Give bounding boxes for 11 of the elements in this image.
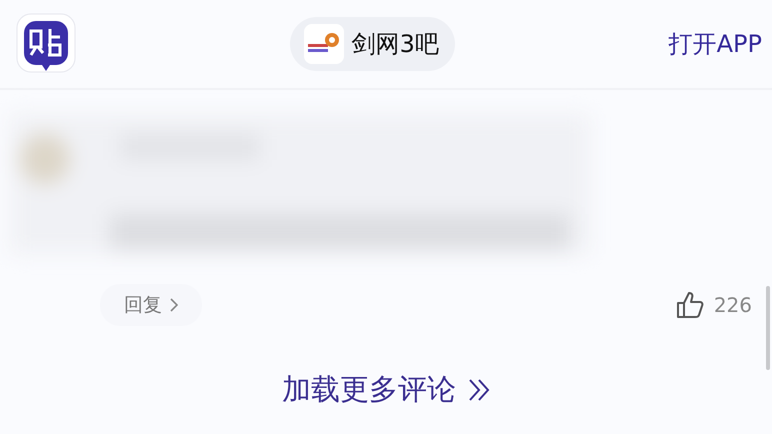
open-app-link[interactable]: 打开APP (668, 28, 762, 60)
forum-badge[interactable]: 剑网3吧 (290, 17, 455, 71)
chevron-icon (170, 298, 178, 312)
load-more-button[interactable]: 加载更多评论 (282, 370, 490, 410)
forum-name: 剑网3吧 (352, 29, 439, 60)
like-count: 226 (714, 293, 752, 317)
forum-logo-icon (304, 24, 344, 64)
reply-button[interactable]: 回复 (100, 284, 202, 326)
thumbs-up-icon[interactable] (676, 291, 704, 319)
double-chevron-icon (468, 378, 490, 402)
app-icon[interactable] (16, 13, 76, 75)
